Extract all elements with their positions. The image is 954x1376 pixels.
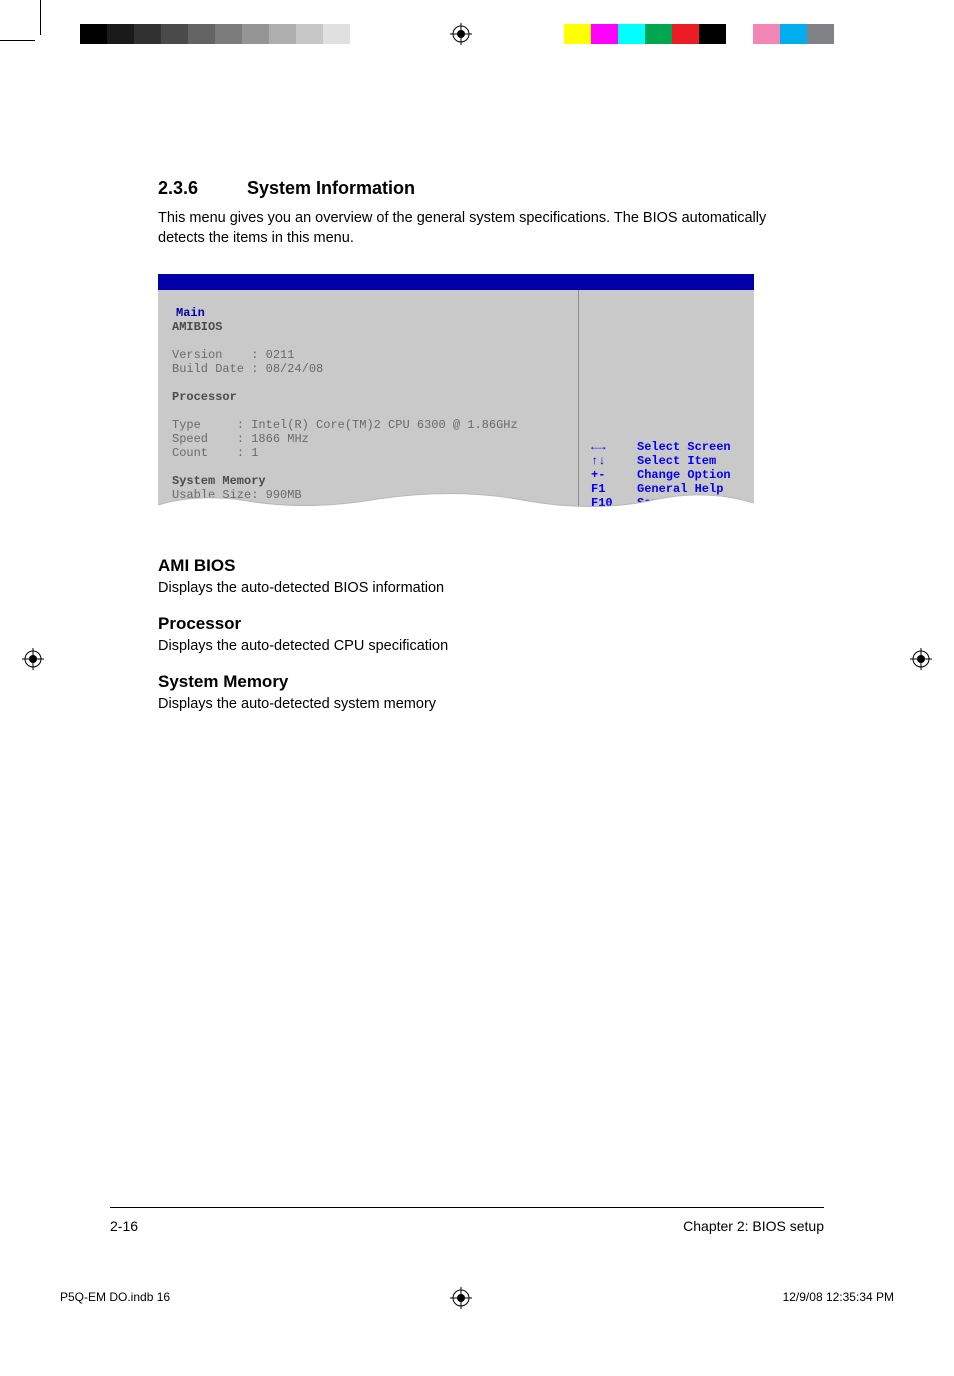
crop-mark: [40, 0, 41, 35]
amibios-heading: AMIBIOS: [172, 320, 222, 334]
bios-nav-key: ↑↓: [591, 454, 623, 468]
crop-mark: [0, 40, 35, 41]
subsection-heading: AMI BIOS: [158, 556, 798, 576]
registration-mark-icon: [910, 648, 932, 670]
bios-nav-key: ESC: [591, 510, 623, 524]
section-number: 2.3.6: [158, 178, 242, 199]
swatch: [807, 24, 834, 44]
swatch: [269, 24, 296, 44]
section-heading: 2.3.6 System Information: [158, 178, 798, 199]
slug-stamp: 12/9/08 12:35:34 PM: [783, 1290, 894, 1304]
subsection-heading: Processor: [158, 614, 798, 634]
swatch: [242, 24, 269, 44]
bios-nav-key: +-: [591, 468, 623, 482]
grayscale-swatches: [80, 24, 377, 44]
swatch: [296, 24, 323, 44]
cpu-type-label: Type: [172, 418, 201, 432]
swatch: [80, 24, 107, 44]
section-title: System Information: [247, 178, 415, 198]
amibios-version: 0211: [266, 348, 295, 362]
cpu-count: 1: [251, 446, 258, 460]
swatch: [188, 24, 215, 44]
memory-heading: System Memory: [172, 474, 266, 488]
bios-nav-label: General Help: [637, 482, 723, 496]
bios-canvas: Main AMIBIOS Version : 0211 Build Date :…: [158, 274, 754, 520]
swatch: [134, 24, 161, 44]
cpu-speed-label: Speed: [172, 432, 208, 446]
swatch: [591, 24, 618, 44]
bios-screenshot: BIOS SETUP UTILITY Main AMIBIOS Version …: [158, 274, 754, 520]
bios-nav-row: +- Change Option: [591, 468, 744, 482]
bios-nav-row: ESC Exit: [591, 510, 744, 524]
color-swatches: [564, 24, 834, 44]
content-area: 2.3.6 System Information This menu gives…: [158, 178, 798, 712]
swatch: [672, 24, 699, 44]
cpu-type: Intel(R) Core(TM)2 CPU 6300 @ 1.86GHz: [251, 418, 517, 432]
swatch: [753, 24, 780, 44]
subsections: AMI BIOS Displays the auto-detected BIOS …: [158, 556, 798, 712]
amibios-build-label: Build Date: [172, 362, 244, 376]
subsection-body: Displays the auto-detected BIOS informat…: [158, 580, 798, 596]
bios-nav-key: F10: [591, 496, 623, 510]
swatch: [215, 24, 242, 44]
swatch: [780, 24, 807, 44]
bios-tab-main: Main: [172, 306, 209, 320]
slug-file: P5Q-EM DO.indb 16: [60, 1290, 170, 1304]
print-slug: P5Q-EM DO.indb 16 12/9/08 12:35:34 PM: [60, 1290, 894, 1304]
swatch: [726, 24, 753, 44]
bios-nav-key: F1: [591, 482, 623, 496]
swatch: [618, 24, 645, 44]
processor-heading: Processor: [172, 390, 237, 404]
page: 2.3.6 System Information This menu gives…: [0, 0, 954, 1376]
bios-info-panel: AMIBIOS Version : 0211 Build Date : 08/2…: [158, 290, 578, 520]
swatch: [323, 24, 350, 44]
registration-mark-icon: [450, 23, 472, 45]
chapter-label: Chapter 2: BIOS setup: [683, 1218, 824, 1234]
swatch: [350, 24, 377, 44]
bios-nav-label: Save and Exit: [637, 496, 731, 510]
page-footer: 2-16 Chapter 2: BIOS setup: [110, 1218, 824, 1234]
page-number: 2-16: [110, 1218, 138, 1234]
footer-rule: [110, 1207, 824, 1208]
swatch: [645, 24, 672, 44]
bios-nav-label: Select Item: [637, 454, 716, 468]
swatch: [107, 24, 134, 44]
cpu-count-label: Count: [172, 446, 208, 460]
swatch: [564, 24, 591, 44]
memory-usable-label: Usable Size: [172, 488, 251, 502]
bios-nav-label: Exit: [637, 510, 666, 524]
cpu-speed: 1866 MHz: [251, 432, 309, 446]
bios-nav-row: ↑↓ Select Item: [591, 454, 744, 468]
memory-usable: 990MB: [266, 488, 302, 502]
bios-nav-panel: ←→ Select Screen ↑↓ Select Item +- Change Opt…: [579, 290, 754, 520]
bios-nav-label: Change Option: [637, 468, 731, 482]
registration-mark-icon: [22, 648, 44, 670]
amibios-version-label: Version: [172, 348, 222, 362]
subsection-body: Displays the auto-detected system memory: [158, 696, 798, 712]
bios-nav-row: ←→ Select Screen: [591, 440, 744, 454]
bios-nav-row: F10 Save and Exit: [591, 496, 744, 510]
subsection-body: Displays the auto-detected CPU specifica…: [158, 638, 798, 654]
amibios-build: 08/24/08: [266, 362, 324, 376]
subsection-heading: System Memory: [158, 672, 798, 692]
bios-nav-label: Select Screen: [637, 440, 731, 454]
bios-nav-row: F1 General Help: [591, 482, 744, 496]
swatch: [699, 24, 726, 44]
section-intro: This menu gives you an overview of the g…: [158, 209, 798, 248]
bios-nav-key: ←→: [591, 440, 623, 454]
swatch: [161, 24, 188, 44]
